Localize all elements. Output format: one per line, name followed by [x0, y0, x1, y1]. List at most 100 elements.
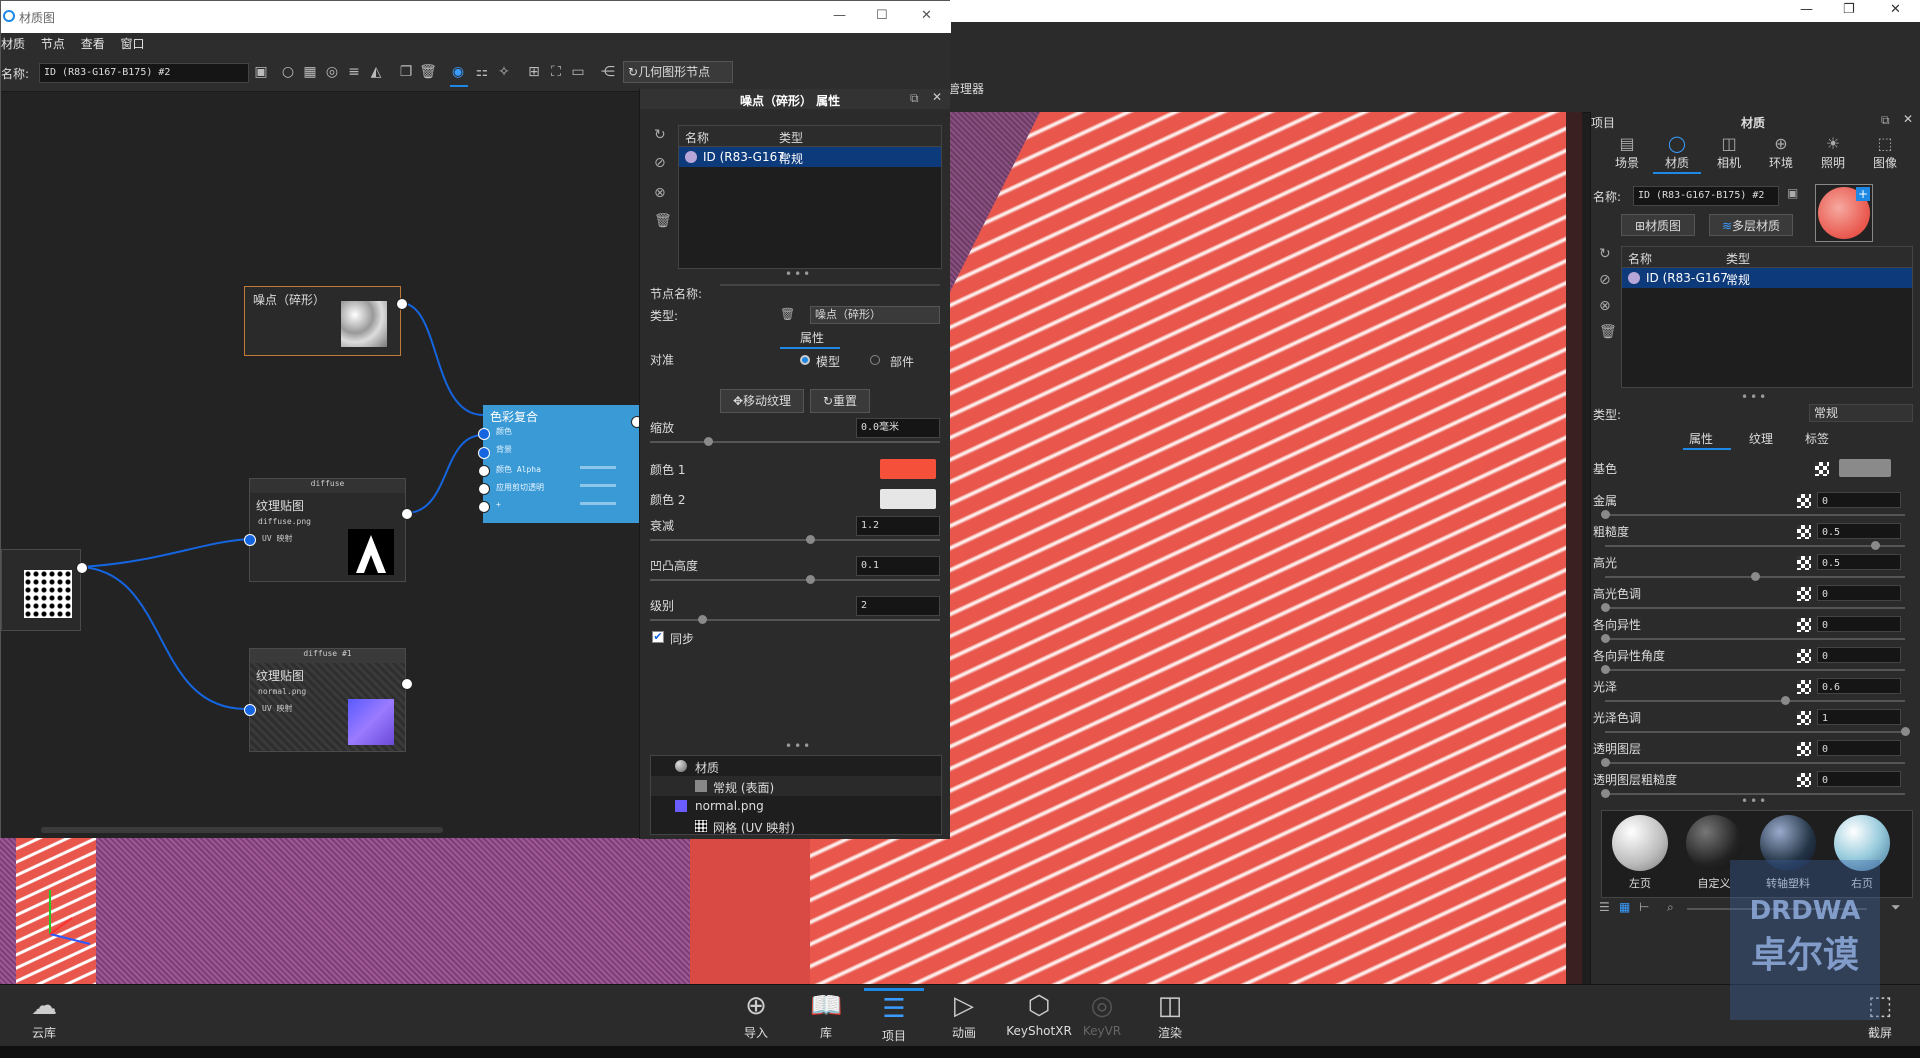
- right-unlink-icon[interactable]: ⊗: [1599, 298, 1611, 314]
- level-field[interactable]: 2: [856, 596, 940, 616]
- diffuse1-node[interactable]: diffuse #1 纹理贴图 normal.png UV 映射: [249, 648, 406, 752]
- subtab-texture[interactable]: 纹理: [1741, 430, 1781, 447]
- main-minimize-button[interactable]: —: [1800, 2, 1813, 17]
- save-icon[interactable]: ▣: [252, 63, 270, 81]
- property-value-field[interactable]: 0: [1817, 647, 1901, 663]
- property-texture-icon[interactable]: [1797, 556, 1811, 570]
- property-value-field[interactable]: 0: [1817, 585, 1901, 601]
- sync-checkbox[interactable]: ✔: [652, 631, 664, 643]
- noise-output-port[interactable]: [396, 298, 408, 310]
- tab-lighting[interactable]: 照明: [1813, 154, 1853, 171]
- animation-button[interactable]: ▷ 动画: [934, 988, 994, 1044]
- bump-slider-track[interactable]: [650, 579, 940, 581]
- right-refresh-icon[interactable]: ↻: [1599, 246, 1611, 262]
- menu-node[interactable]: 节点: [35, 33, 71, 55]
- base-color-texture-icon[interactable]: [1815, 462, 1829, 476]
- target-icon[interactable]: ◎: [323, 63, 341, 81]
- camera-icon[interactable]: ◫: [1719, 134, 1739, 153]
- property-texture-icon[interactable]: [1797, 587, 1811, 601]
- property-value-field[interactable]: 0: [1817, 771, 1901, 787]
- geometry-node-button[interactable]: ↻几何图形节点: [623, 61, 733, 83]
- menu-material[interactable]: 材质: [1, 33, 31, 55]
- property-slider-knob[interactable]: [1751, 572, 1760, 581]
- property-slider-track[interactable]: [1605, 669, 1905, 671]
- add-material-icon[interactable]: +: [1856, 187, 1870, 201]
- link-icon[interactable]: ⊘: [654, 155, 666, 171]
- property-slider-knob[interactable]: [1601, 634, 1610, 643]
- property-slider-track[interactable]: [1605, 700, 1905, 702]
- property-slider-knob[interactable]: [1871, 541, 1880, 550]
- menu-view[interactable]: 查看: [75, 33, 111, 55]
- uv-mapping-output-port[interactable]: [76, 562, 88, 574]
- lighting-icon[interactable]: ☀: [1823, 134, 1843, 153]
- project-float-icon[interactable]: ⧉: [1881, 113, 1890, 128]
- props-close-icon[interactable]: ✕: [932, 90, 942, 104]
- property-slider-knob[interactable]: [1901, 727, 1910, 736]
- tab-scene[interactable]: 场景: [1607, 154, 1647, 171]
- project-close-icon[interactable]: ✕: [1903, 112, 1913, 126]
- right-resize-handle[interactable]: •••: [1741, 390, 1768, 404]
- main-close-button[interactable]: ✕: [1890, 2, 1901, 17]
- manager-label[interactable]: 管理器: [948, 80, 984, 97]
- property-value-field[interactable]: 0.6: [1817, 678, 1901, 694]
- property-texture-icon[interactable]: [1797, 742, 1811, 756]
- level-slider-knob[interactable]: [698, 615, 707, 624]
- property-texture-icon[interactable]: [1797, 525, 1811, 539]
- sphere-icon[interactable]: ○: [279, 63, 297, 81]
- property-slider-knob[interactable]: [1601, 758, 1610, 767]
- tree-row-surface[interactable]: 常规 (表面): [651, 776, 941, 796]
- library-button[interactable]: 📖 库: [796, 988, 856, 1044]
- render-button[interactable]: ◫ 渲染: [1140, 988, 1200, 1044]
- type-trash-icon[interactable]: 🗑: [780, 307, 795, 321]
- close-button[interactable]: ✕: [921, 8, 932, 23]
- composite-clip-port[interactable]: [478, 483, 490, 495]
- fit-icon[interactable]: ⛶: [547, 63, 565, 81]
- diffuse-uv-port[interactable]: [244, 534, 256, 546]
- preset-sphere-left[interactable]: [1612, 815, 1668, 871]
- property-slider-track[interactable]: [1605, 731, 1905, 733]
- decay-slider-track[interactable]: [650, 539, 940, 541]
- scene-icon[interactable]: ▤: [1617, 134, 1637, 153]
- right-save-icon[interactable]: ▣: [1787, 186, 1798, 200]
- tree-row-mesh[interactable]: 网格 (UV 映射): [651, 816, 941, 834]
- copy-icon[interactable]: ❐: [397, 63, 415, 81]
- trash-icon[interactable]: 🗑: [419, 63, 437, 81]
- material-list-row[interactable]: ID (R83-G167 常规: [679, 147, 941, 167]
- resize-handle[interactable]: •••: [785, 267, 812, 281]
- property-slider-track[interactable]: [1605, 514, 1905, 516]
- sliders-icon[interactable]: ≡: [345, 63, 363, 81]
- property-slider-knob[interactable]: [1781, 696, 1790, 705]
- tab-properties[interactable]: 属性: [800, 329, 824, 346]
- material-preview[interactable]: +: [1815, 184, 1873, 242]
- composite-slider-1[interactable]: [580, 466, 616, 469]
- scale-field[interactable]: 0.0毫米: [856, 418, 940, 438]
- refresh-material-icon[interactable]: ↻: [654, 127, 666, 143]
- property-slider-track[interactable]: [1605, 638, 1905, 640]
- tree-view-icon[interactable]: ⊢: [1639, 900, 1649, 914]
- align-part-radio[interactable]: [870, 355, 880, 365]
- bucket-icon[interactable]: ◭: [367, 63, 385, 81]
- scale-slider-track[interactable]: [650, 441, 940, 443]
- property-texture-icon[interactable]: [1797, 711, 1811, 725]
- col-type-header[interactable]: 类型: [779, 129, 803, 146]
- right-type-dropdown[interactable]: 常规: [1809, 404, 1913, 422]
- multilayer-material-button[interactable]: ≋多层材质: [1709, 214, 1793, 236]
- zoom-out-icon[interactable]: ⌕: [1667, 900, 1674, 915]
- right-link-icon[interactable]: ⊘: [1599, 272, 1611, 288]
- node-graph-canvas[interactable]: 噪点（碎形） 色彩复合 颜色 背景 颜色 Alpha 应用剪切透明 + diff…: [1, 92, 643, 838]
- composite-slider-3[interactable]: [580, 502, 616, 505]
- material-name-field[interactable]: ID (R83-G167-B175) #2: [39, 63, 249, 83]
- property-slider-track[interactable]: [1605, 545, 1905, 547]
- property-value-field[interactable]: 0.5: [1817, 523, 1901, 539]
- bump-height-field[interactable]: 0.1: [856, 556, 940, 576]
- tree-row-material[interactable]: 材质: [651, 756, 941, 776]
- property-texture-icon[interactable]: [1797, 618, 1811, 632]
- move-texture-button[interactable]: ✥移动纹理: [720, 389, 804, 413]
- node-graph-icon[interactable]: ◉: [449, 63, 467, 81]
- right-col-name[interactable]: 名称: [1628, 250, 1652, 267]
- tab-camera[interactable]: 相机: [1709, 154, 1749, 171]
- material-graph-button[interactable]: ⊞材质图: [1621, 214, 1695, 236]
- align-model-radio[interactable]: [800, 355, 810, 365]
- split-icon[interactable]: ⋲: [599, 63, 617, 81]
- unlink-icon[interactable]: ⊗: [654, 185, 666, 201]
